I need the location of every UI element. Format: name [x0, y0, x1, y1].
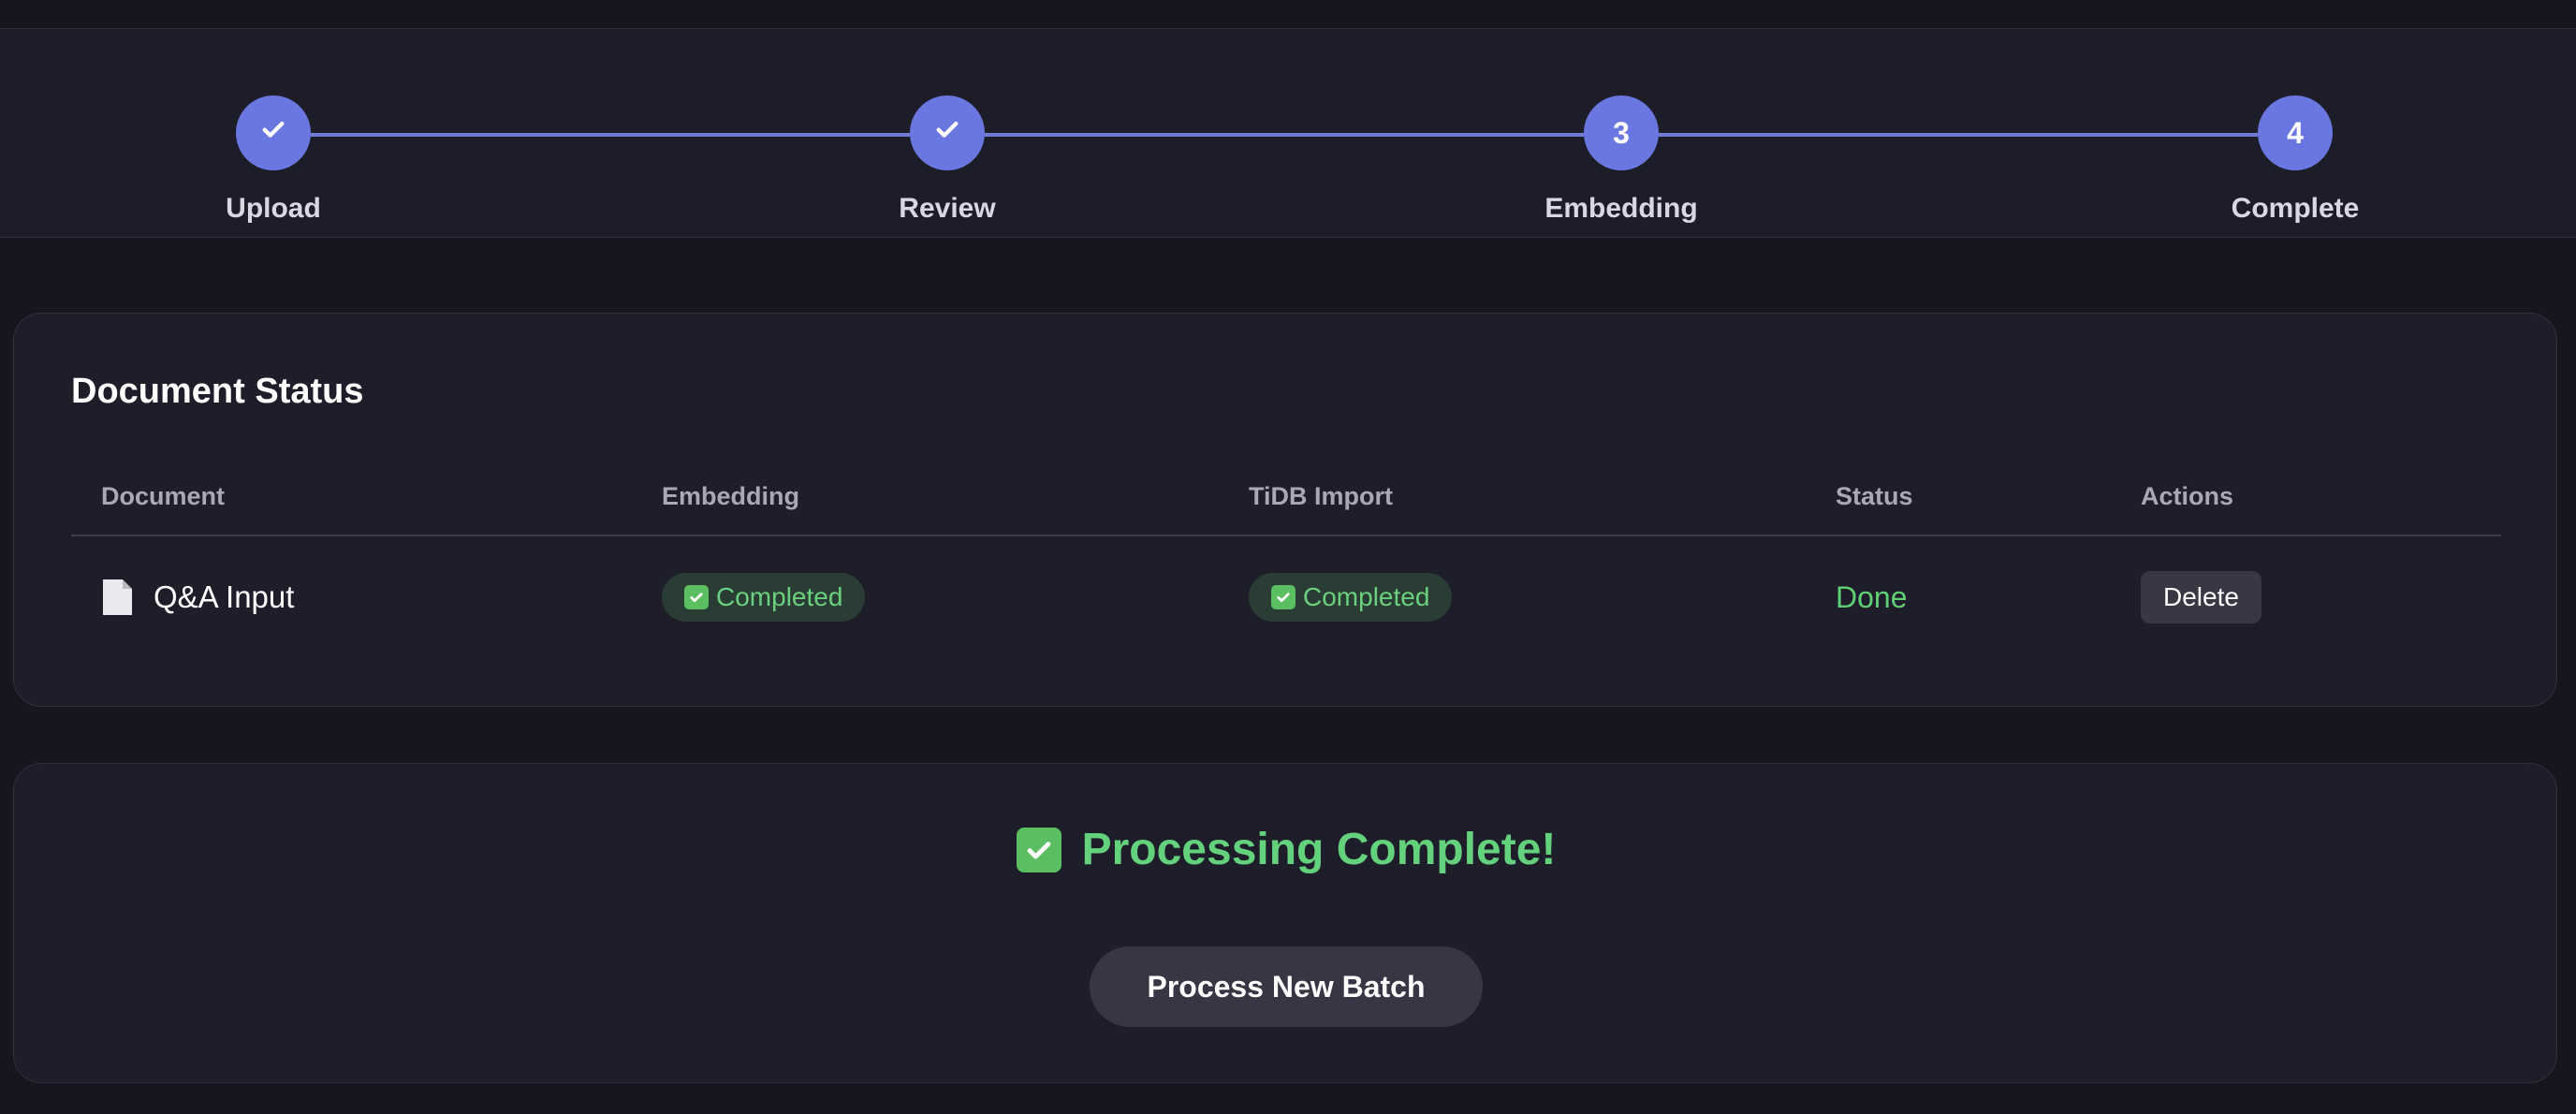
column-header-actions: Actions [2141, 482, 2234, 510]
tidb-import-status-badge: Completed [1249, 573, 1453, 622]
badge-label: Completed [1303, 582, 1430, 611]
step-label: Embedding [1544, 193, 1698, 224]
step-number: 4 [2258, 95, 2333, 170]
table-divider [71, 535, 2501, 536]
processing-complete-card: Processing Complete! Process New Batch [13, 763, 2557, 1083]
check-icon [258, 114, 288, 152]
column-header-document: Document [101, 482, 226, 510]
column-header-tidb-import: TiDB Import [1249, 482, 1393, 510]
status-text: Done [1836, 579, 1908, 614]
check-box-icon [1271, 585, 1295, 609]
column-header-status: Status [1836, 482, 1913, 510]
step-label: Complete [2231, 193, 2360, 224]
check-box-icon [684, 585, 709, 609]
step-circle [910, 95, 985, 170]
file-icon [101, 579, 133, 616]
progress-stepper: Upload Review 3 Embedding 4 Complete [0, 29, 2576, 238]
badge-label: Completed [716, 582, 843, 611]
completion-message: Processing Complete! [1081, 825, 1557, 874]
completion-headline: Processing Complete! [14, 824, 2558, 875]
step-embedding[interactable]: 3 Embedding [1481, 95, 1762, 225]
column-header-embedding: Embedding [662, 482, 799, 510]
step-circle [236, 95, 311, 170]
document-name: Q&A Input [154, 579, 295, 614]
embedding-status-badge: Completed [662, 573, 866, 622]
status-cell: Done [1836, 568, 1908, 626]
delete-button[interactable]: Delete [2141, 571, 2261, 623]
check-icon [932, 114, 962, 152]
embedding-cell: Completed [662, 568, 866, 626]
process-new-batch-button[interactable]: Process New Batch [1090, 946, 1483, 1027]
top-bar [0, 0, 2576, 29]
check-box-icon [1016, 827, 1061, 872]
step-number: 3 [1584, 95, 1659, 170]
document-cell: Q&A Input [101, 568, 294, 626]
document-status-card: Document Status Document Embedding TiDB … [13, 313, 2557, 707]
card-title: Document Status [71, 372, 364, 411]
step-label: Upload [226, 193, 321, 224]
actions-cell: Delete [2141, 568, 2261, 626]
tidb-import-cell: Completed [1249, 568, 1453, 626]
step-complete[interactable]: 4 Complete [2155, 95, 2436, 225]
step-review[interactable]: Review [807, 95, 1088, 225]
step-label: Review [899, 193, 996, 224]
step-upload[interactable]: Upload [133, 95, 414, 225]
